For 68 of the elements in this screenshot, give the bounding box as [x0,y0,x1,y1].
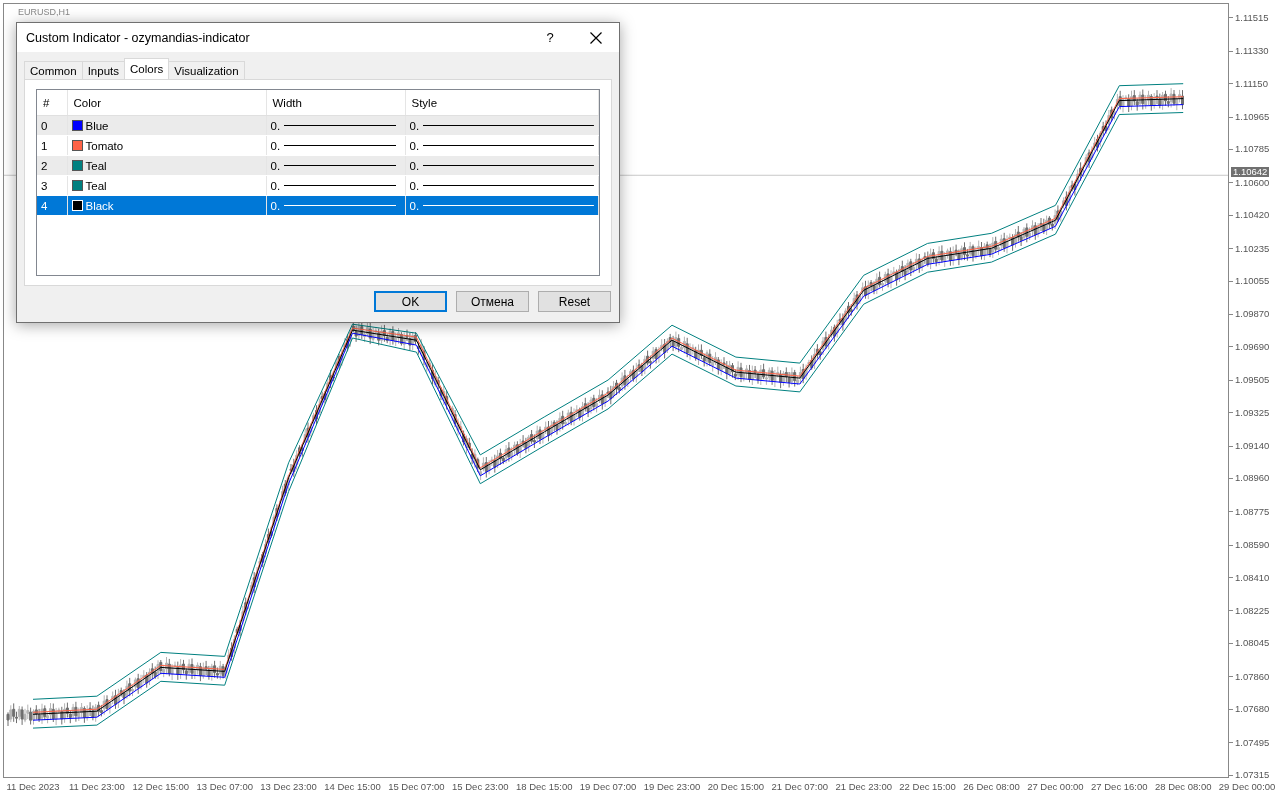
tab[interactable]: Common [24,61,83,79]
style-value: 0. [409,139,420,152]
time-label: 20 Dec 15:00 [707,781,765,792]
time-label: 27 Dec 16:00 [1091,781,1148,792]
color-swatch[interactable] [71,120,83,131]
tab[interactable]: Colors [124,58,170,79]
color-swatch[interactable] [71,140,83,151]
time-label: 13 Dec 23:00 [260,781,317,792]
width-value: 0. [270,199,281,212]
color-name: Teal [85,159,107,172]
dialog-button[interactable]: Reset [538,291,611,312]
time-label: 13 Dec 07:00 [196,781,253,792]
time-label: 15 Dec 23:00 [452,781,509,792]
width-value: 0. [270,159,281,172]
color-name: Blue [85,119,109,132]
color-name: Teal [85,179,107,192]
time-label: 28 Dec 08:00 [1154,781,1212,792]
time-label: 21 Dec 23:00 [835,781,892,792]
price-label: 1.09140 [1229,440,1270,452]
price-label: 1.07315 [1229,769,1270,781]
width-value: 0. [270,139,281,152]
style-value: 0. [409,159,420,172]
column-header[interactable]: # [37,90,67,116]
chart-symbol: EURUSD,H1 [18,7,70,17]
width-value: 0. [270,119,281,132]
time-label: 29 Dec 00:00 [1218,781,1276,792]
time-label: 19 Dec 07:00 [579,781,637,792]
color-swatch[interactable] [71,160,83,171]
time-label: 12 Dec 15:00 [132,781,190,792]
time-label: 22 Dec 15:00 [899,781,956,792]
time-label: 11 Dec 2023 [6,781,60,792]
column-header[interactable]: Color [67,90,266,116]
tab[interactable]: Inputs [81,61,125,79]
table-cell: 2 [37,155,67,176]
color-swatch[interactable] [71,180,83,191]
time-label: 21 Dec 07:00 [771,781,829,792]
time-label: 26 Dec 08:00 [963,781,1020,792]
tab[interactable]: Visualization [168,61,245,79]
table-cell: 1 [37,135,67,156]
help-button[interactable]: ? [527,30,573,45]
price-label: 1.10965 [1229,111,1270,123]
time-label: 15 Dec 07:00 [388,781,445,792]
table-row[interactable]: 2 Teal 0. 0. [37,155,599,176]
dialog-button[interactable]: Отмена [456,291,529,312]
table-row[interactable]: 0 Blue 0. 0. [37,115,599,136]
table-row[interactable]: 4 Black 0. 0. [37,195,599,216]
color-name: Black [85,199,114,212]
current-price-label: 1.10642 [1231,167,1270,178]
time-label: 14 Dec 15:00 [324,781,381,792]
time-label: 11 Dec 23:00 [69,781,125,792]
table-cell: 0 [37,115,67,136]
time-label: 27 Dec 00:00 [1027,781,1084,792]
close-icon [590,31,602,44]
dialog-button[interactable]: OK [374,291,447,312]
style-value: 0. [409,119,420,132]
time-label: 18 Dec 15:00 [515,781,573,792]
table-cell: 3 [37,175,67,196]
column-header[interactable]: Width [266,90,405,116]
table-cell: 4 [37,195,67,216]
style-value: 0. [409,179,420,192]
color-name: Tomato [85,139,124,152]
column-header[interactable]: Style [405,90,599,116]
style-value: 0. [409,199,420,212]
width-value: 0. [270,179,281,192]
table-row[interactable]: 1 Tomato 0. 0. [37,135,599,156]
table-row[interactable]: 3 Teal 0. 0. [37,175,599,196]
dialog-title: Custom Indicator - ozymandias-indicator [26,30,251,45]
time-label: 19 Dec 23:00 [643,781,701,792]
